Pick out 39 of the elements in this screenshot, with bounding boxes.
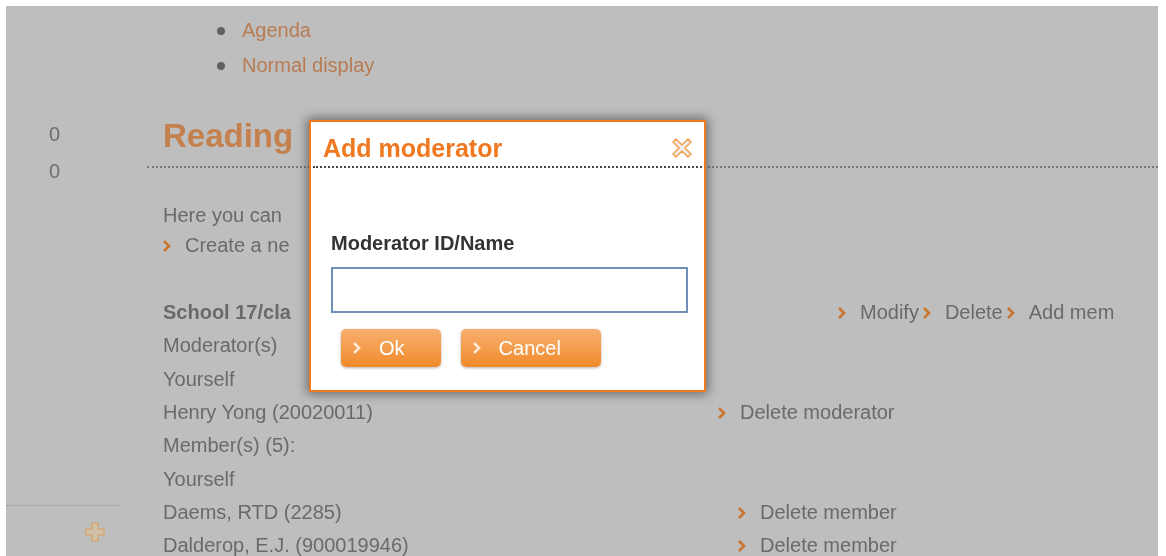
field-label: Moderator ID/Name (331, 232, 516, 255)
chevron-icon (738, 506, 746, 519)
plus-icon[interactable] (85, 522, 105, 543)
chevron-icon (1006, 307, 1015, 320)
group-title: School 17/cla (163, 301, 291, 325)
dialog-button[interactable]: Cancel (460, 329, 601, 367)
bullet-icon (217, 26, 225, 35)
list-text: Henry Yong (20020011) (163, 401, 373, 425)
count-text: 0 (48, 122, 62, 147)
action-link[interactable]: Modify (860, 301, 919, 325)
list-text: Yourself (163, 367, 235, 391)
create-link[interactable]: Create a ne (185, 230, 290, 260)
action-link[interactable]: Add mem (1028, 301, 1115, 325)
chevron-icon (163, 240, 171, 252)
chevron-icon (738, 540, 746, 553)
count-text: 0 (48, 159, 62, 184)
list-text: Yourself (163, 467, 235, 491)
nav-link[interactable]: Agenda (242, 19, 311, 42)
close-icon[interactable] (670, 136, 694, 160)
list-text: Moderator(s) (163, 334, 278, 358)
input-field[interactable] (331, 267, 688, 313)
list-text: Member(s) (5): (163, 434, 296, 458)
page-heading: Reading (163, 116, 294, 156)
chevron-icon (353, 342, 361, 354)
list-text: Dalderop, E.J. (900019946) (163, 534, 409, 556)
dialog-title: Add moderator (323, 133, 503, 163)
chevron-icon (718, 407, 726, 420)
action-link[interactable]: Delete moderator (740, 401, 895, 425)
action-link[interactable]: Delete member (760, 500, 897, 524)
chevron-icon (472, 342, 481, 354)
bullet-icon (217, 61, 225, 70)
list-text: Daems, RTD (2285) (163, 500, 342, 524)
chevron-icon (922, 307, 931, 320)
dialog-button[interactable]: Ok (341, 329, 441, 367)
action-link[interactable]: Delete (944, 301, 1003, 325)
action-link[interactable]: Delete member (760, 534, 897, 556)
chevron-icon (838, 307, 846, 320)
nav-link[interactable]: Normal display (242, 54, 375, 77)
intro-text: Here you can (163, 203, 283, 228)
